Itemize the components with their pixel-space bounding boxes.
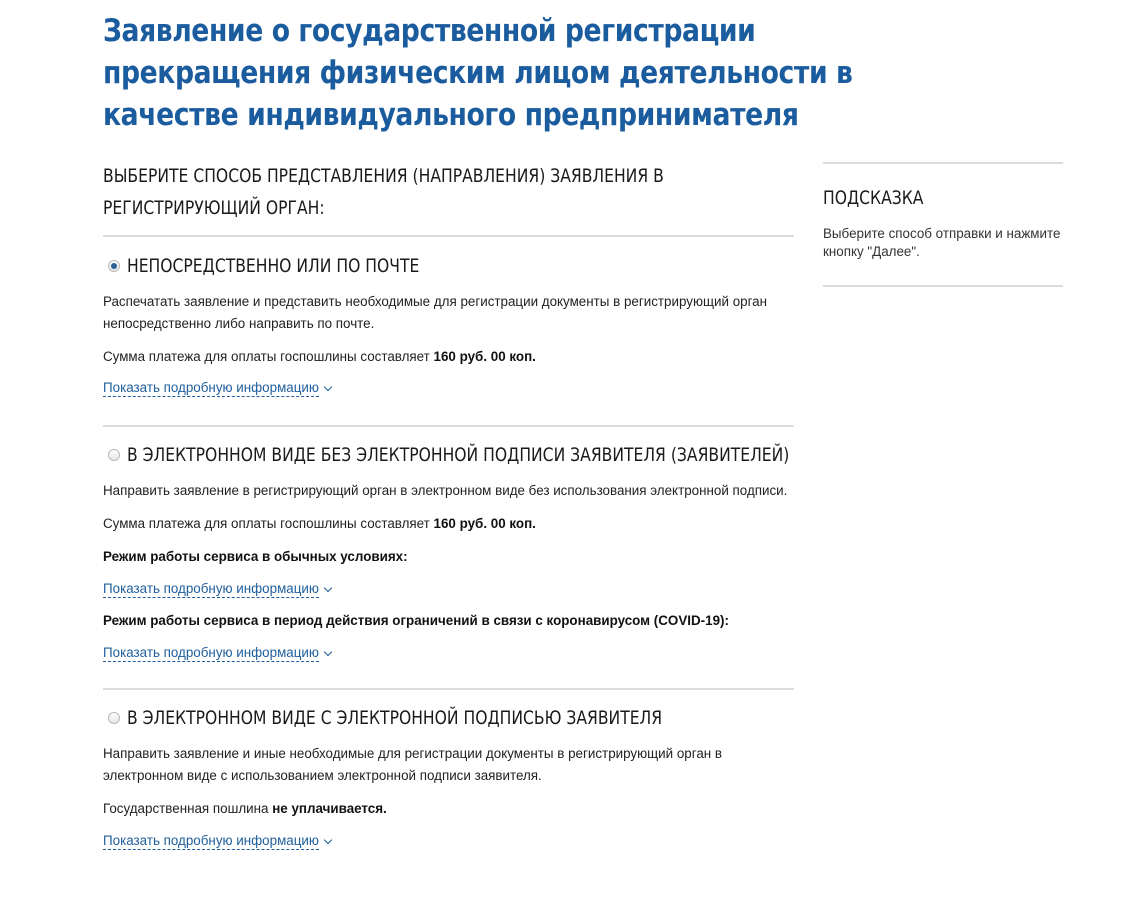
page-title: Заявление о государственной регистрации … [103,13,853,133]
fee-value: не уплачивается. [272,801,387,816]
radio-button[interactable] [108,449,120,461]
chevron-down-icon [323,835,333,844]
chevron-down-icon [323,647,333,656]
option-electronic-without-signature-radio-row[interactable]: В ЭЛЕКТРОННОМ ВИДЕ БЕЗ ЭЛЕКТРОННОЙ ПОДПИ… [103,443,794,467]
fee-line: Сумма платежа для оплаты госпошлины сост… [103,346,794,368]
hint-text: Выберите способ отправки и нажмите кнопк… [823,226,1061,259]
show-details-link-2[interactable]: Показать подробную информацию [103,581,333,598]
hint-title: ПОДСКАЗКА [823,187,924,209]
option-title: В ЭЛЕКТРОННОМ ВИДЕ БЕЗ ЭЛЕКТРОННОЙ ПОДПИ… [127,444,790,466]
option-electronic-without-signature: В ЭЛЕКТРОННОМ ВИДЕ БЕЗ ЭЛЕКТРОННОЙ ПОДПИ… [103,427,794,662]
service-mode-covid-label: Режим работы сервиса в период действия о… [103,613,729,628]
fee-text: Государственная пошлина [103,801,269,816]
service-mode-normal-label: Режим работы сервиса в обычных условиях: [103,549,408,564]
chevron-down-icon [323,583,333,592]
fee-value: 160 руб. 00 коп. [433,349,536,364]
option-electronic-with-signature-radio-row[interactable]: В ЭЛЕКТРОННОМ ВИДЕ С ЭЛЕКТРОННОЙ ПОДПИСЬ… [103,706,794,730]
delivery-method-form: ВЫБЕРИТЕ СПОСОБ ПРЕДСТАВЛЕНИЯ (НАПРАВЛЕН… [103,160,794,850]
radio-button-checked[interactable] [108,260,120,272]
section-heading: ВЫБЕРИТЕ СПОСОБ ПРЕДСТАВЛЕНИЯ (НАПРАВЛЕН… [103,165,664,219]
option-in-person-or-mail: НЕПОСРЕДСТВЕННО ИЛИ ПО ПОЧТЕ Распечатать… [103,237,794,397]
fee-line: Сумма платежа для оплаты госпошлины сост… [103,513,794,535]
radio-button[interactable] [108,712,120,724]
option-title: НЕПОСРЕДСТВЕННО ИЛИ ПО ПОЧТЕ [127,255,420,277]
service-mode-normal: Режим работы сервиса в обычных условиях: [103,546,794,568]
show-details-link-label[interactable]: Показать подробную информацию [103,380,319,397]
fee-line: Государственная пошлина не уплачивается. [103,798,794,820]
fee-text: Сумма платежа для оплаты госпошлины сост… [103,516,430,531]
divider [823,162,1063,164]
show-details-link-3[interactable]: Показать подробную информацию [103,645,333,662]
option-description: Направить заявление в регистрирующий орг… [103,483,788,498]
option-title: В ЭЛЕКТРОННОМ ВИДЕ С ЭЛЕКТРОННОЙ ПОДПИСЬ… [127,707,663,729]
chevron-down-icon [323,382,333,391]
option-description: Направить заявление и иные необходимые д… [103,746,723,783]
option-description: Распечатать заявление и представить необ… [103,294,768,331]
divider [823,285,1063,287]
hint-sidebar: ПОДСКАЗКА Выберите способ отправки и наж… [823,162,1063,287]
option-electronic-with-signature: В ЭЛЕКТРОННОМ ВИДЕ С ЭЛЕКТРОННОЙ ПОДПИСЬ… [103,690,794,850]
show-details-link-1[interactable]: Показать подробную информацию [103,380,333,397]
show-details-link-label[interactable]: Показать подробную информацию [103,833,319,850]
show-details-link-label[interactable]: Показать подробную информацию [103,581,319,598]
fee-value: 160 руб. 00 коп. [433,516,536,531]
show-details-link-label[interactable]: Показать подробную информацию [103,645,319,662]
fee-text: Сумма платежа для оплаты госпошлины сост… [103,349,430,364]
show-details-link-4[interactable]: Показать подробную информацию [103,833,333,850]
service-mode-covid: Режим работы сервиса в период действия о… [103,610,794,632]
option-in-person-or-mail-radio-row[interactable]: НЕПОСРЕДСТВЕННО ИЛИ ПО ПОЧТЕ [103,254,794,278]
